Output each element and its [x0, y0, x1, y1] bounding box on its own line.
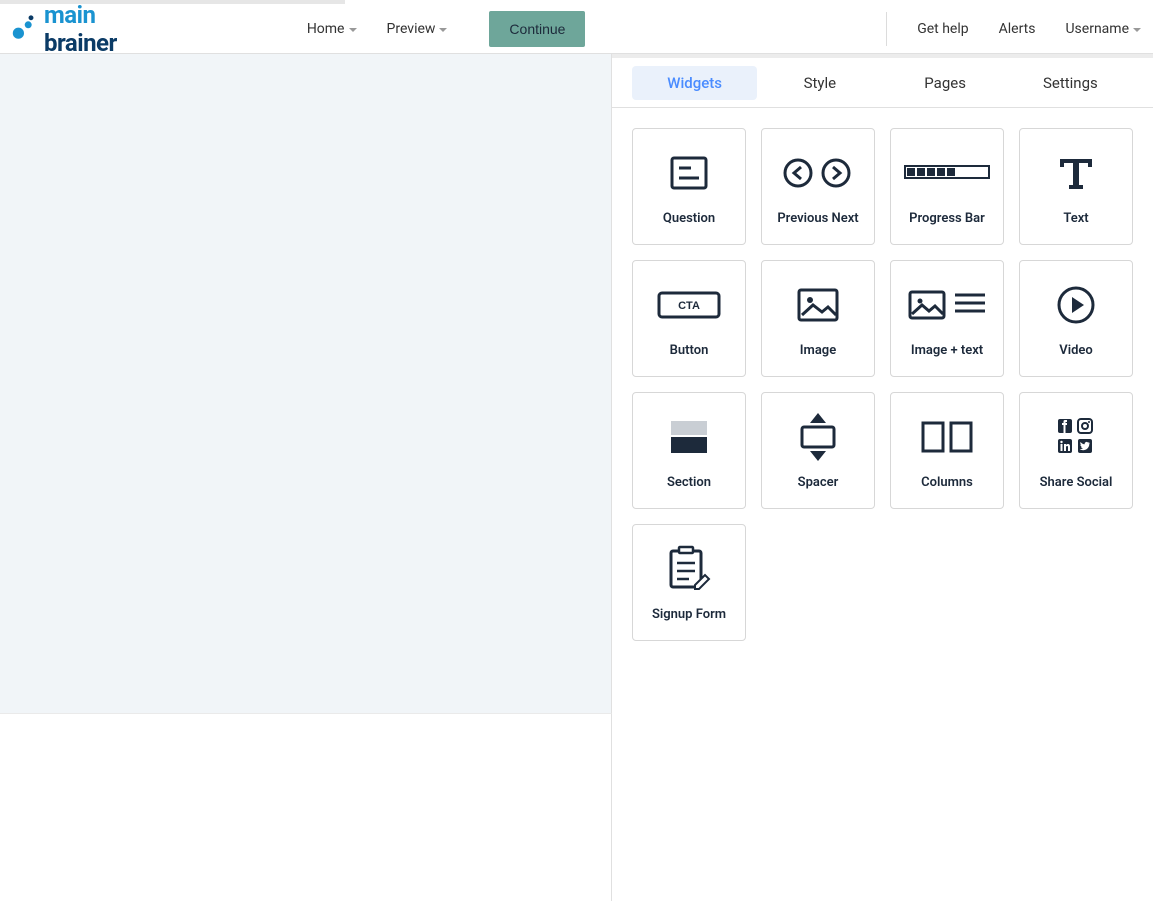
- widget-image-text[interactable]: Image + text: [890, 260, 1004, 377]
- main: Widgets Style Pages Settings Question: [0, 54, 1153, 901]
- widget-label: Button: [670, 343, 709, 358]
- text-icon: [1020, 129, 1132, 207]
- nav-right: Get help Alerts Username: [886, 12, 1141, 46]
- widget-label: Image + text: [911, 343, 983, 358]
- widget-prev-next[interactable]: Previous Next: [761, 128, 875, 245]
- nav-get-help-label: Get help: [917, 21, 968, 37]
- nav-home[interactable]: Home: [307, 21, 357, 37]
- widget-question[interactable]: Question: [632, 128, 746, 245]
- signup-form-icon: [633, 525, 745, 603]
- widget-label: Text: [1063, 211, 1088, 226]
- video-icon: [1020, 261, 1132, 339]
- header: mainbrainer Home Preview Continue Get he…: [0, 4, 1153, 54]
- tab-widgets[interactable]: Widgets: [632, 66, 757, 100]
- nav-home-label: Home: [307, 21, 345, 37]
- image-text-icon: [891, 261, 1003, 339]
- logo-text: mainbrainer: [44, 1, 117, 57]
- canvas-area[interactable]: [0, 54, 612, 714]
- progress-bar-icon: [891, 129, 1003, 207]
- widget-share-social[interactable]: Share Social: [1019, 392, 1133, 509]
- nav-preview-label: Preview: [387, 21, 436, 37]
- widget-label: Share Social: [1040, 475, 1113, 490]
- nav-alerts[interactable]: Alerts: [999, 21, 1036, 37]
- button-icon: CTA: [633, 261, 745, 339]
- widget-text[interactable]: Text: [1019, 128, 1133, 245]
- widget-spacer[interactable]: Spacer: [761, 392, 875, 509]
- tab-pages[interactable]: Pages: [883, 66, 1008, 100]
- columns-icon: [891, 393, 1003, 471]
- section-icon: [633, 393, 745, 471]
- image-icon: [762, 261, 874, 339]
- share-social-icon: [1020, 393, 1132, 471]
- widget-label: Video: [1059, 343, 1093, 358]
- chevron-down-icon: [1133, 28, 1141, 32]
- widget-label: Image: [800, 343, 836, 358]
- widget-label: Previous Next: [777, 211, 858, 226]
- chevron-down-icon: [349, 28, 357, 32]
- widget-signup-form[interactable]: Signup Form: [632, 524, 746, 641]
- widget-label: Columns: [921, 475, 973, 490]
- widget-video[interactable]: Video: [1019, 260, 1133, 377]
- widget-label: Section: [667, 475, 711, 490]
- spacer-icon: [762, 393, 874, 471]
- widget-label: Progress Bar: [909, 211, 985, 226]
- nav-alerts-label: Alerts: [999, 21, 1036, 37]
- continue-button[interactable]: Continue: [489, 11, 585, 47]
- canvas-below: [0, 714, 612, 901]
- tab-style[interactable]: Style: [757, 66, 882, 100]
- nav-preview[interactable]: Preview: [387, 21, 448, 37]
- widget-button[interactable]: CTA Button: [632, 260, 746, 377]
- chevron-down-icon: [439, 28, 447, 32]
- svg-text:CTA: CTA: [678, 300, 700, 312]
- widget-grid: Question Previous Next: [612, 108, 1153, 661]
- logo-icon: [10, 15, 38, 43]
- tab-settings[interactable]: Settings: [1008, 66, 1133, 100]
- widget-columns[interactable]: Columns: [890, 392, 1004, 509]
- widget-label: Spacer: [798, 475, 839, 490]
- widget-progress-bar[interactable]: Progress Bar: [890, 128, 1004, 245]
- widget-section[interactable]: Section: [632, 392, 746, 509]
- sidebar: Widgets Style Pages Settings Question: [612, 54, 1153, 901]
- left-column: [0, 54, 612, 901]
- nav-username[interactable]: Username: [1065, 21, 1141, 37]
- sidebar-tabs: Widgets Style Pages Settings: [612, 58, 1153, 108]
- widget-label: Signup Form: [652, 607, 726, 622]
- divider: [886, 12, 887, 46]
- widget-label: Question: [663, 211, 715, 226]
- nav-center: Home Preview Continue: [307, 11, 586, 47]
- prev-next-icon: [762, 129, 874, 207]
- nav-get-help[interactable]: Get help: [917, 21, 968, 37]
- widget-image[interactable]: Image: [761, 260, 875, 377]
- nav-username-label: Username: [1065, 21, 1129, 37]
- logo[interactable]: mainbrainer: [10, 1, 117, 57]
- question-icon: [633, 129, 745, 207]
